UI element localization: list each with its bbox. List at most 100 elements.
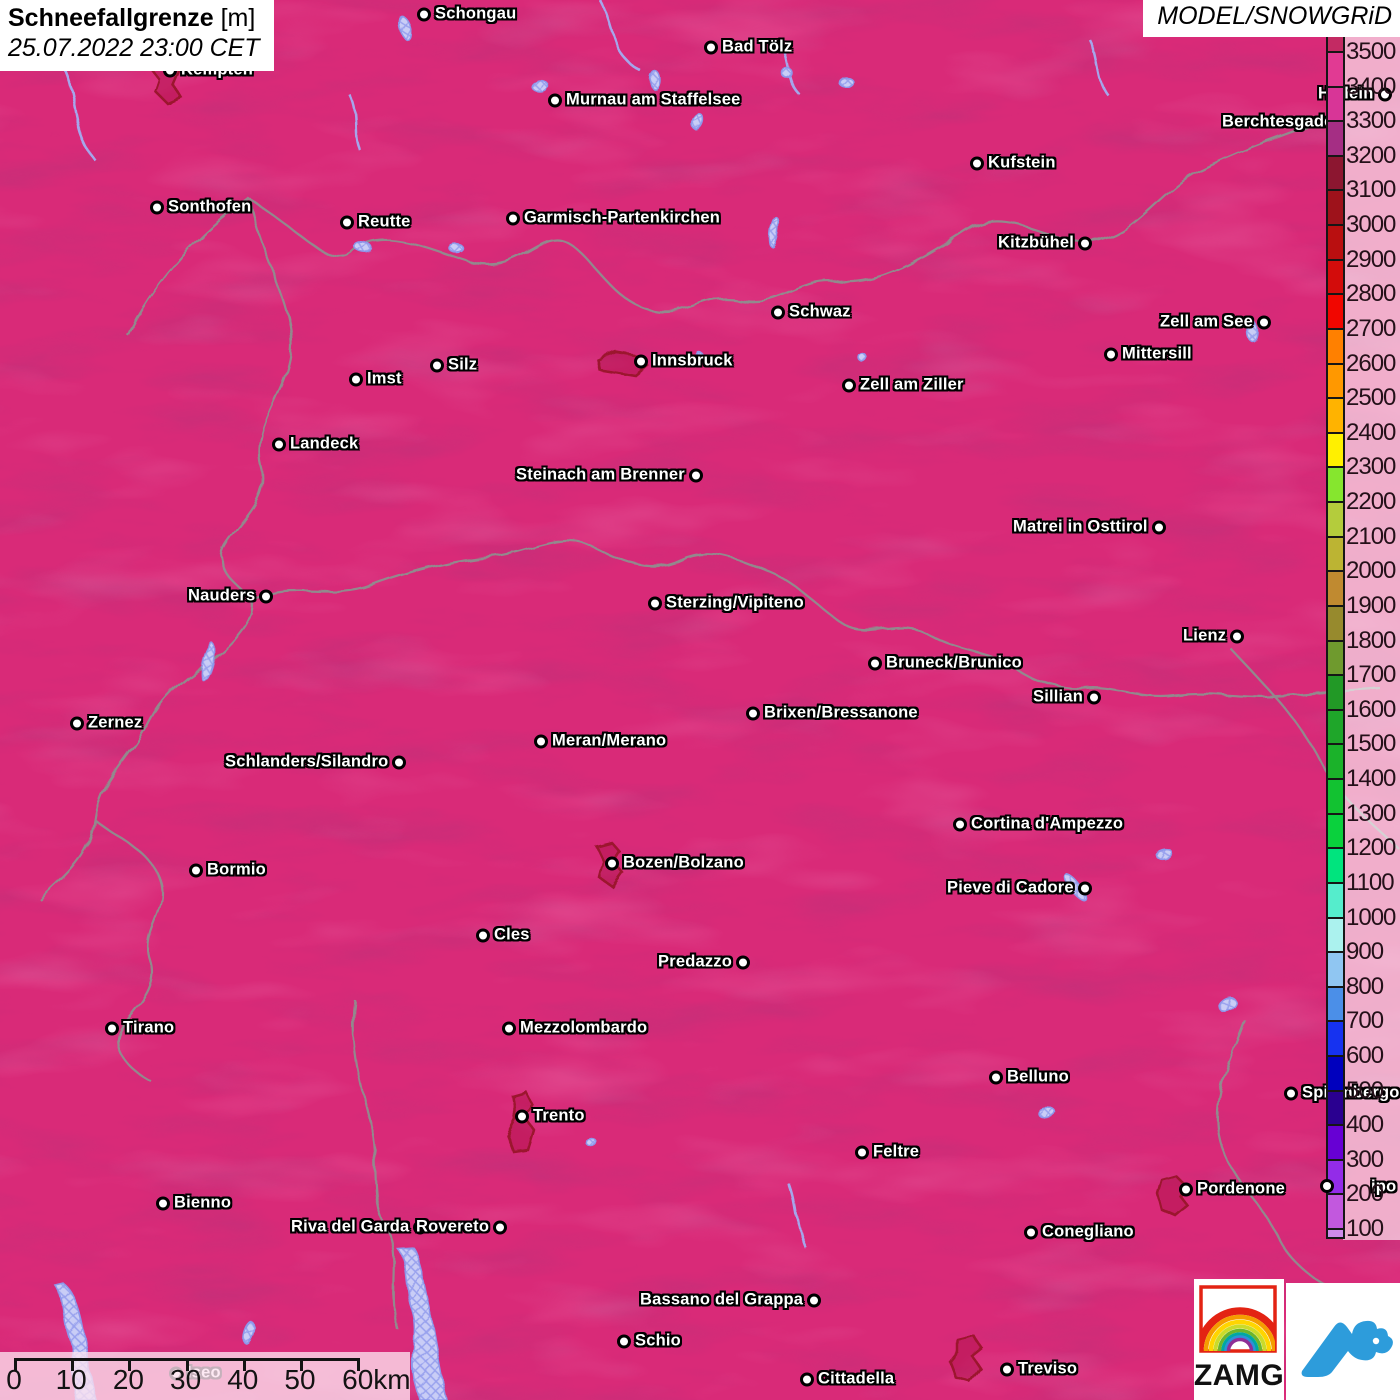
page-title: Schneefallgrenze [m] (8, 4, 260, 33)
colorbar-segment (1328, 52, 1343, 87)
colorbar-value: 800 (1346, 972, 1384, 1000)
colorbar-tick (1328, 708, 1343, 711)
colorbar-segment (1328, 432, 1343, 468)
title-datetime: 25.07.2022 23:00 CET (8, 34, 260, 62)
colorbar-value: 100 (1346, 1215, 1384, 1243)
colorbar-segment (1328, 86, 1343, 122)
scalebar: 0 10 20 30 40 50 60km (0, 1352, 411, 1400)
colorbar-tick (1328, 812, 1343, 815)
colorbar-segment (1328, 1229, 1343, 1237)
mountain-logo (1286, 1283, 1400, 1400)
colorbar-tick (1328, 916, 1343, 919)
colorbar-tick (1328, 327, 1343, 330)
colorbar-segment (1328, 848, 1343, 883)
colorbar-segment (1328, 398, 1343, 433)
colorbar-value: 3500 (1346, 38, 1396, 65)
colorbar-value: 1300 (1346, 799, 1396, 827)
colorbar-segment (1328, 328, 1343, 364)
colorbar-segment (1328, 225, 1343, 260)
colorbar-tick (1328, 985, 1343, 988)
model-box: MODEL/SNOWGRiD (1143, 0, 1400, 37)
colorbar-segment (1328, 1159, 1343, 1195)
colorbar-segment (1328, 813, 1343, 849)
colorbar-segment (1328, 363, 1343, 399)
colorbar-tick (1328, 224, 1343, 227)
colorbar-value: 1200 (1346, 834, 1396, 862)
colorbar-tick (1328, 847, 1343, 850)
scalebar-value: 30 (170, 1364, 202, 1395)
colorbar-segment (1328, 155, 1343, 191)
colorbar-value: 1100 (1346, 868, 1395, 896)
colorbar-segment (1328, 605, 1343, 641)
colorbar-tick (1328, 1193, 1343, 1196)
scalebar-value: 0 (6, 1364, 22, 1395)
zamg-rainbow-icon (1199, 1285, 1277, 1353)
colorbar-tick (1328, 189, 1343, 192)
colorbar-value: 1700 (1346, 661, 1396, 689)
colorbar-value: 2000 (1346, 557, 1396, 585)
cloud-curl (1372, 1337, 1380, 1345)
scalebar-value: 20 (112, 1364, 144, 1395)
colorbar-value: 3000 (1346, 211, 1396, 239)
colorbar-tick (1328, 154, 1343, 157)
colorbar-segment (1328, 467, 1343, 503)
scalebar-value: 10 (55, 1364, 87, 1395)
colorbar-value: 3100 (1346, 176, 1396, 204)
colorbar-segment (1328, 917, 1343, 953)
terrain-highlight (0, 0, 1400, 1400)
colorbar-value: 2900 (1346, 245, 1396, 273)
model-label: MODEL/SNOWGRiD (1157, 2, 1392, 30)
colorbar-tick (1328, 570, 1343, 573)
colorbar-value: 3400 (1346, 72, 1396, 100)
colorbar-value: 2200 (1346, 488, 1396, 516)
colorbar-tick (1328, 501, 1343, 504)
colorbar-value: 1500 (1346, 730, 1396, 758)
colorbar-value: 200 (1346, 1180, 1384, 1208)
colorbar-segment (1328, 1194, 1343, 1230)
colorbar-segment (1328, 675, 1343, 710)
scalebar-value: 50 (284, 1364, 316, 1395)
colorbar-segment (1328, 779, 1343, 814)
colorbar-value: 2700 (1346, 314, 1396, 342)
colorbar-segment (1328, 121, 1343, 156)
colorbar-segment (1328, 986, 1343, 1022)
colorbar-tick (1328, 1020, 1343, 1023)
map-canvas (0, 0, 1400, 1400)
colorbar-value: 1400 (1346, 765, 1396, 793)
zamg-logo: ZAMG (1194, 1279, 1284, 1400)
colorbar-value: 1000 (1346, 903, 1396, 931)
title-box: Schneefallgrenze [m] 25.07.2022 23:00 CE… (0, 0, 274, 71)
colorbar-value: 1900 (1346, 591, 1396, 619)
colorbar-tick (1328, 778, 1343, 781)
colorbar-segment (1328, 882, 1343, 918)
colorbar-tick (1328, 1089, 1343, 1092)
colorbar-tick (1328, 362, 1343, 365)
colorbar-segment (1328, 536, 1343, 572)
colorbar-tick (1328, 397, 1343, 400)
colorbar-segment (1328, 744, 1343, 779)
mountain-cloud-icon (1301, 1320, 1393, 1377)
colorbar-segment (1328, 190, 1343, 226)
colorbar-segment (1328, 294, 1343, 329)
colorbar-tick (1328, 431, 1343, 434)
colorbar-tick (1328, 258, 1343, 261)
colorbar-tick (1328, 120, 1343, 123)
colorbar-value: 2800 (1346, 280, 1396, 308)
colorbar-value: 500 (1346, 1076, 1384, 1104)
colorbar-value: 1800 (1346, 626, 1396, 654)
colorbar-segment (1328, 1125, 1343, 1160)
colorbar-value: 2500 (1346, 384, 1396, 412)
scalebar-value: 40 (227, 1364, 259, 1395)
colorbar-tick (1328, 639, 1343, 642)
colorbar-tick (1328, 951, 1343, 954)
scalebar-value: 60km (342, 1364, 411, 1395)
colorbar-value: 2300 (1346, 453, 1396, 481)
colorbar-tick (1328, 674, 1343, 677)
colorbar-value: 2100 (1346, 522, 1396, 550)
colorbar-value: 2600 (1346, 349, 1396, 377)
colorbar-value: 400 (1346, 1111, 1384, 1139)
zamg-logo-text: ZAMG (1193, 1359, 1285, 1392)
colorbar-segment (1328, 1090, 1343, 1126)
colorbar-tick (1328, 1158, 1343, 1161)
colorbar-segment (1328, 502, 1343, 537)
